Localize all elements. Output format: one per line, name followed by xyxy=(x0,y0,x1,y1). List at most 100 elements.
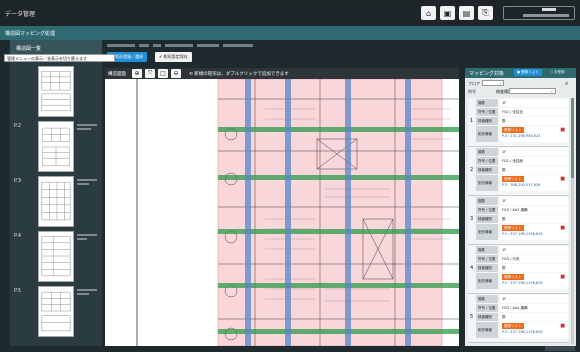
code-key: 符号 / 位置 xyxy=(476,304,498,312)
app-title: データ管理 xyxy=(5,11,36,18)
floor-key: 階数 xyxy=(476,246,498,254)
mapping-entry[interactable]: 3 階数 1F 符号 / 位置 FG3 / XA3 通構 検査種別筋 矩形情報 登録… xyxy=(468,196,569,245)
entry-table: 階数 1F 符号 / 位置 FG3 / XA3 通構 検査種別筋 矩形情報 登録リス… xyxy=(476,197,568,241)
trash-icon[interactable]: ■ xyxy=(560,127,565,133)
rect-coords: P.3 : 368,200,537,626 xyxy=(502,183,541,187)
page-thumbnail[interactable] xyxy=(38,66,74,117)
page-caption xyxy=(77,179,97,187)
type-key: 検査種別 xyxy=(476,166,498,174)
action-bar: ⛶ 矩形登録／選択 ✔ 矩形設定保存 xyxy=(107,52,192,62)
top-bar: データ管理 ⌂ ▣ ▤ ⎘ xyxy=(0,0,580,26)
floor-key: 階数 xyxy=(476,197,498,205)
registration-key: 矩形情報 xyxy=(476,175,498,191)
rect-coords: P.3 : 537,198,1136,626 xyxy=(502,232,543,236)
registration-value: 登録リスト P.3 : 537,198,1136,626 ■ xyxy=(500,322,568,338)
page-thumbnail[interactable] xyxy=(38,231,74,282)
toggle-unregistered[interactable]: ○ 未登録 xyxy=(547,69,568,76)
mapping-entry[interactable]: 5 階数 1F 符号 / 位置 FG3 / XA4 通構 検査種別筋 矩形情報 登録… xyxy=(468,294,569,343)
save-rect-label: 矩形設定保存 xyxy=(163,54,188,59)
page-title: 構造図マッピング処理 xyxy=(5,31,56,37)
folder-icon[interactable]: ▣ xyxy=(440,6,455,20)
status-badge[interactable]: 登録リスト xyxy=(502,176,524,182)
thumbnail-row[interactable]: P.5 xyxy=(14,286,98,341)
entry-number: 1 xyxy=(470,118,474,124)
code-key: 符号 / 位置 xyxy=(476,206,498,214)
trash-icon[interactable]: ■ xyxy=(560,323,565,329)
mapping-filter: フロア ⌄ ⌕ 符号 検査種別 ⌄ xyxy=(468,80,573,98)
rect-coords: P.3 : 231,198,958,623 xyxy=(502,134,541,138)
type-value: 筋 xyxy=(500,166,568,174)
floor-value: 1F xyxy=(500,295,568,303)
drawing-hint-text: 新規の矩形は、ダブルクリックで追加できます xyxy=(194,71,289,77)
page-thumbnail[interactable] xyxy=(38,176,74,227)
page-label: P.5 xyxy=(14,288,22,294)
search-icon[interactable]: ⌕ xyxy=(565,80,568,88)
registration-value: 登録リスト P.3 : 368,200,537,626 ■ xyxy=(500,175,568,191)
mapping-entry[interactable]: 4 階数 1F 符号 / 位置 FG3 / 中央 検査種別筋 矩形情報 登録リスト … xyxy=(468,245,569,294)
save-rect-button[interactable]: ✔ 矩形設定保存 xyxy=(155,52,192,62)
status-badge[interactable]: 登録リスト xyxy=(502,127,524,133)
top-icon-group: ⌂ ▣ ▤ ⎘ xyxy=(421,6,493,20)
page-thumbnail[interactable] xyxy=(38,121,74,172)
thumbnail-row[interactable]: P.2 xyxy=(14,121,98,176)
type-key: 検査種別 xyxy=(476,313,498,321)
zoom-in-icon[interactable]: ⊕ xyxy=(132,69,142,78)
type-value: 筋 xyxy=(500,264,568,272)
toggle-unregistered-label: 未登録 xyxy=(554,70,565,74)
home-icon[interactable]: ⌂ xyxy=(421,6,436,20)
thumbnail-row[interactable]: P.3 xyxy=(14,176,98,231)
entry-number: 3 xyxy=(470,216,474,222)
registration-value: 登録リスト P.3 : 231,198,958,623 ■ xyxy=(500,126,568,142)
mapping-scroll-thumb[interactable] xyxy=(571,98,574,178)
floor-value: 1F xyxy=(500,197,568,205)
code-key: 符号 / 位置 xyxy=(476,108,498,116)
trash-icon[interactable]: ■ xyxy=(560,274,565,280)
registration-key: 矩形情報 xyxy=(476,322,498,338)
type-select[interactable]: ⌄ xyxy=(509,88,556,94)
status-badge[interactable]: 登録リスト xyxy=(502,225,524,231)
floor-key: 階数 xyxy=(476,148,498,156)
user-info[interactable] xyxy=(503,6,575,20)
status-badge[interactable]: 登録リスト xyxy=(502,323,524,329)
entry-number: 4 xyxy=(470,265,474,271)
drawing-list-header[interactable]: 構造図一覧 xyxy=(10,40,102,55)
code-value: FG3 / XA3 通構 xyxy=(500,206,568,214)
mapping-scrollbar[interactable] xyxy=(571,98,574,344)
trash-icon[interactable]: ■ xyxy=(560,176,565,182)
image-icon[interactable]: ▤ xyxy=(459,6,474,20)
entry-table: 階数 1F 符号 / 位置 FG2 / 全柱面 検査種別筋 矩形情報 登録リスト P… xyxy=(476,148,568,192)
user-email-placeholder xyxy=(523,14,569,17)
entry-table: 階数 1F 符号 / 位置 FG1 / 全柱全 検査種別筋 矩形情報 登録リスト P… xyxy=(476,99,568,143)
mapping-title: マッピング対象 xyxy=(469,71,505,77)
rectangle-icon[interactable]: □ xyxy=(158,69,168,78)
page-thumbnail[interactable] xyxy=(38,286,74,337)
page-caption xyxy=(77,289,97,297)
thumbnail-row[interactable]: P.4 xyxy=(14,231,98,286)
thumbnail-row[interactable] xyxy=(14,66,98,121)
fit-icon[interactable]: ⤧ xyxy=(145,69,155,78)
title-bar: 構造図マッピング処理 xyxy=(0,26,580,40)
mapping-entry-list: 1 階数 1F 符号 / 位置 FG1 / 全柱全 検査種別筋 矩形情報 登録リスト… xyxy=(468,98,569,344)
type-value: 筋 xyxy=(500,313,568,321)
trash-icon[interactable]: ■ xyxy=(560,225,565,231)
number-filter-label: 符号 xyxy=(468,89,476,94)
entry-number: 2 xyxy=(470,167,474,173)
drawing-toolbar: 構造図面 ⊕ ⤧ □ ⊖ ⟲ 新規の矩形は、ダブルクリックで追加できます xyxy=(105,68,459,79)
page-caption xyxy=(77,234,97,242)
entry-table: 階数 1F 符号 / 位置 FG3 / XA4 通構 検査種別筋 矩形情報 登録リス… xyxy=(476,295,568,339)
floor-select[interactable]: ⌄ xyxy=(482,80,504,86)
zoom-out-icon[interactable]: ⊖ xyxy=(171,69,181,78)
drawing-toolbar-label: 構造図面 xyxy=(108,71,126,77)
floor-value: 1F xyxy=(500,99,568,107)
code-key: 符号 / 位置 xyxy=(476,255,498,263)
status-badge[interactable]: 登録リスト xyxy=(502,274,524,280)
rect-coords: P.3 : 537,198,1136,626 xyxy=(502,281,543,285)
drawing-canvas[interactable] xyxy=(105,79,459,346)
mapping-entry[interactable]: 1 階数 1F 符号 / 位置 FG1 / 全柱全 検査種別筋 矩形情報 登録リスト… xyxy=(468,98,569,147)
code-value: FG1 / 全柱全 xyxy=(500,108,568,116)
registration-key: 矩形情報 xyxy=(476,126,498,142)
logout-icon[interactable]: ⎘ xyxy=(478,6,493,20)
mapping-entry[interactable]: 2 階数 1F 符号 / 位置 FG2 / 全柱面 検査種別筋 矩形情報 登録リスト… xyxy=(468,147,569,196)
registration-key: 矩形情報 xyxy=(476,273,498,289)
toggle-registered[interactable]: ● 登録リスト xyxy=(514,69,542,76)
